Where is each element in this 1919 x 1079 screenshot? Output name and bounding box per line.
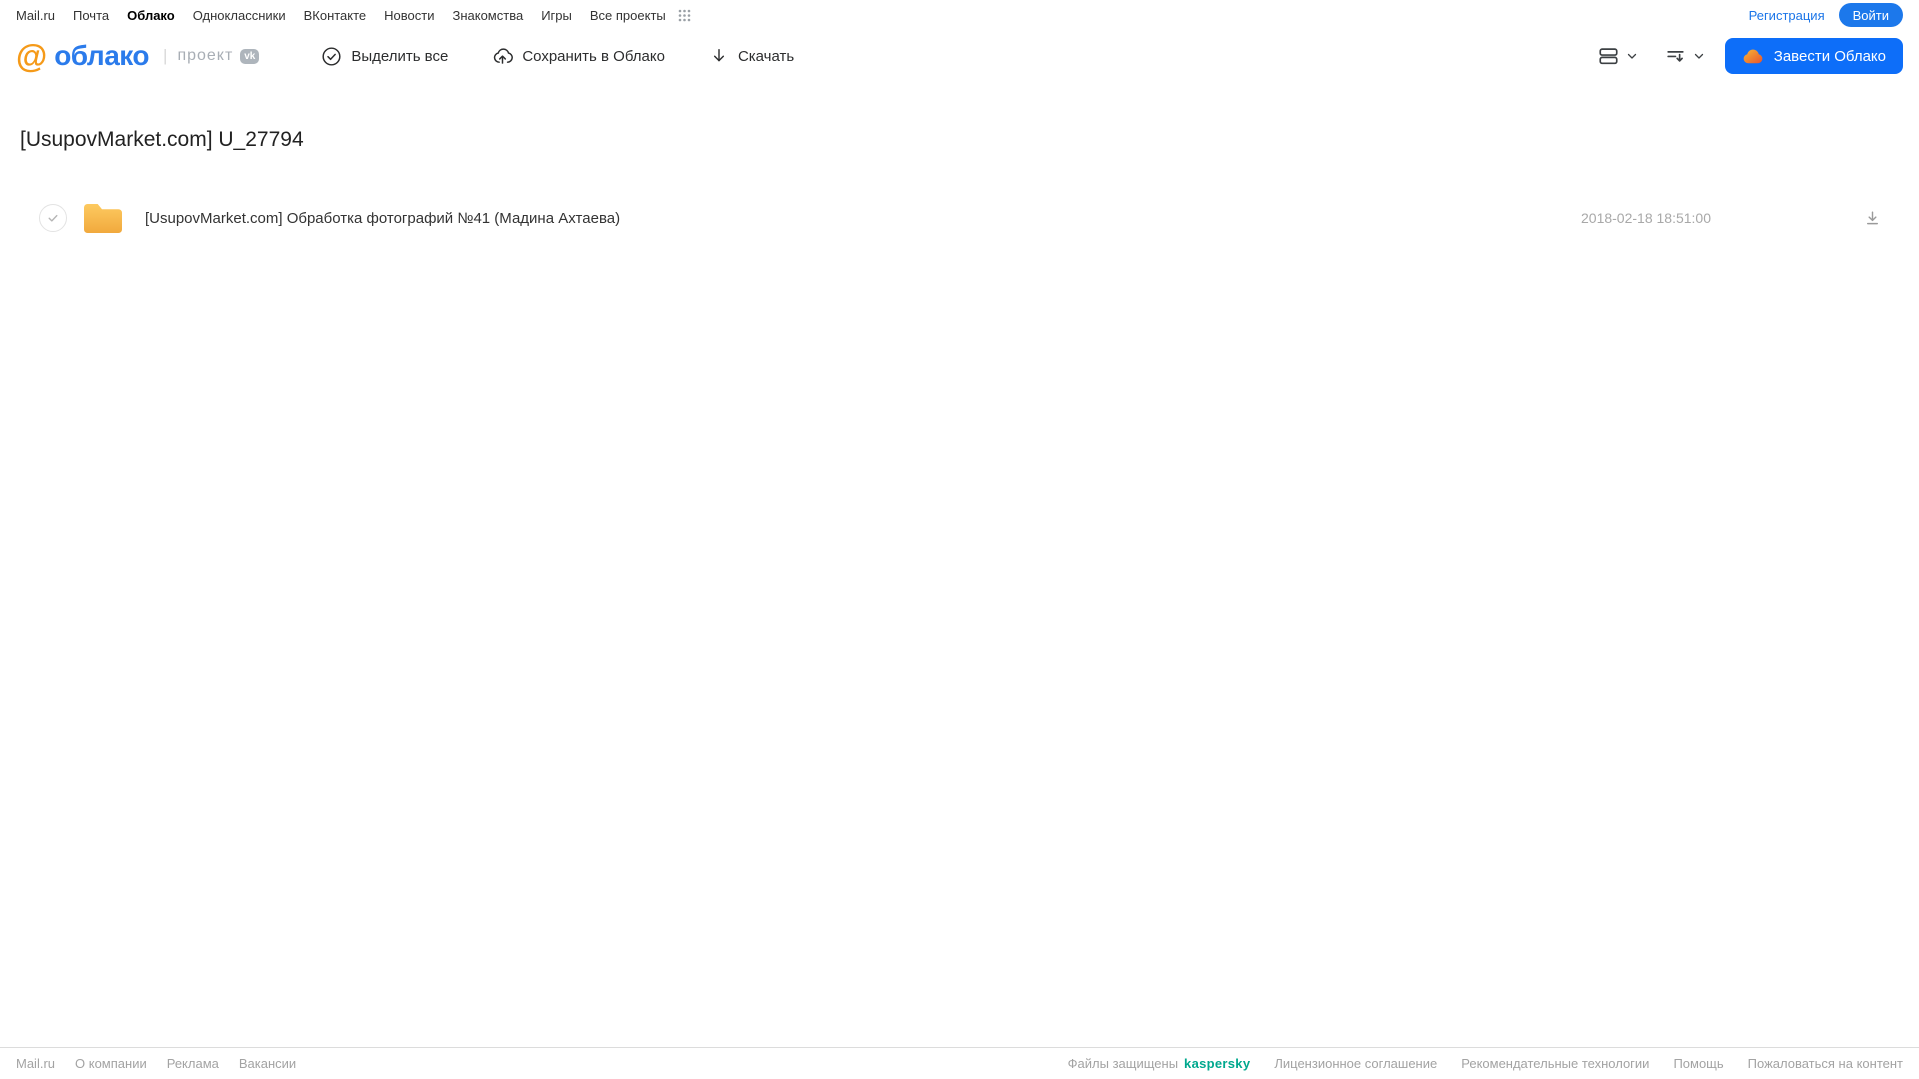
save-to-cloud-button[interactable]: Сохранить в Облако — [492, 46, 665, 67]
registration-link[interactable]: Регистрация — [1749, 8, 1825, 23]
logo-separator: | — [163, 46, 168, 65]
top-navigation: Mail.ru Почта Облако Одноклассники ВКонт… — [0, 0, 1919, 30]
row-download-icon[interactable] — [1863, 209, 1882, 228]
project-label: проект — [177, 47, 234, 64]
download-button[interactable]: Скачать — [709, 46, 794, 66]
file-toolbar: Выделить все Сохранить в Облако Скачать — [321, 46, 794, 67]
file-list: [UsupovMarket.com] Обработка фотографий … — [20, 200, 1919, 236]
nav-oblako[interactable]: Облако — [127, 8, 175, 23]
select-all-label: Выделить все — [351, 47, 449, 65]
cloud-logo[interactable]: @ облако | проект vk — [16, 38, 260, 74]
save-to-cloud-label: Сохранить в Облако — [522, 47, 665, 65]
nav-igry[interactable]: Игры — [541, 8, 572, 23]
nav-znakomstva[interactable]: Знакомства — [452, 8, 523, 23]
kaspersky-protection: Файлы защищены kaspersky — [1068, 1056, 1251, 1071]
vk-badge-icon: vk — [240, 48, 260, 64]
download-label: Скачать — [737, 47, 795, 65]
footer-report-link[interactable]: Пожаловаться на контент — [1748, 1056, 1903, 1071]
cloud-logo-icon — [1742, 47, 1764, 65]
nav-vkontakte[interactable]: ВКонтакте — [304, 8, 367, 23]
sort-selector[interactable] — [1664, 45, 1705, 67]
logo-wordmark: облако — [54, 40, 150, 71]
create-cloud-button[interactable]: Завести Облако — [1724, 38, 1903, 74]
portal-links: Mail.ru Почта Облако Одноклассники ВКонт… — [16, 8, 691, 23]
chevron-down-icon — [1626, 50, 1638, 62]
list-view-icon — [1597, 45, 1620, 67]
footer-ads-link[interactable]: Реклама — [167, 1056, 219, 1071]
kaspersky-logo[interactable]: kaspersky — [1184, 1056, 1250, 1071]
file-name-link[interactable]: [UsupovMarket.com] Обработка фотографий … — [145, 210, 620, 227]
nav-mailru[interactable]: Mail.ru — [16, 8, 55, 23]
chevron-down-icon — [1693, 50, 1705, 62]
cloud-upload-icon — [492, 46, 514, 67]
check-circle-icon — [321, 46, 342, 67]
mailru-at-icon: @ — [16, 38, 48, 74]
page-footer: Mail.ru О компании Реклама Вакансии Файл… — [0, 1047, 1919, 1079]
main-content: [UsupovMarket.com] U_27794 [UsupovMarket… — [0, 82, 1919, 1047]
footer-recommendations-link[interactable]: Рекомендательные технологии — [1461, 1056, 1649, 1071]
nav-odnoklassniki[interactable]: Одноклассники — [193, 8, 286, 23]
login-button[interactable]: Войти — [1838, 3, 1903, 27]
file-date: 2018-02-18 18:51:00 — [1581, 210, 1711, 226]
view-mode-selector[interactable] — [1597, 45, 1638, 67]
footer-mailru-link[interactable]: Mail.ru — [16, 1056, 55, 1071]
footer-right-links: Файлы защищены kaspersky Лицензионное со… — [1068, 1056, 1903, 1071]
footer-left-links: Mail.ru О компании Реклама Вакансии — [16, 1056, 296, 1071]
folder-icon — [82, 201, 124, 236]
auth-controls: Регистрация Войти — [1749, 3, 1903, 27]
footer-help-link[interactable]: Помощь — [1673, 1056, 1723, 1071]
select-all-button[interactable]: Выделить все — [321, 46, 448, 67]
header-right-controls: Завести Облако — [1597, 38, 1903, 74]
app-header: @ облако | проект vk Выделить все Сохран… — [0, 30, 1919, 82]
footer-license-link[interactable]: Лицензионное соглашение — [1274, 1056, 1437, 1071]
file-row[interactable]: [UsupovMarket.com] Обработка фотографий … — [20, 200, 1919, 236]
row-checkbox[interactable] — [39, 204, 67, 232]
apps-grid-icon[interactable] — [678, 9, 691, 22]
protected-label: Файлы защищены — [1067, 1056, 1179, 1071]
sort-icon — [1664, 45, 1687, 67]
footer-about-link[interactable]: О компании — [75, 1056, 147, 1071]
create-cloud-label: Завести Облако — [1773, 47, 1886, 65]
nav-novosti[interactable]: Новости — [384, 8, 434, 23]
footer-jobs-link[interactable]: Вакансии — [239, 1056, 296, 1071]
page-title: [UsupovMarket.com] U_27794 — [20, 128, 304, 151]
download-arrow-icon — [709, 46, 729, 66]
nav-all-projects[interactable]: Все проекты — [590, 8, 666, 23]
nav-pochta[interactable]: Почта — [73, 8, 109, 23]
